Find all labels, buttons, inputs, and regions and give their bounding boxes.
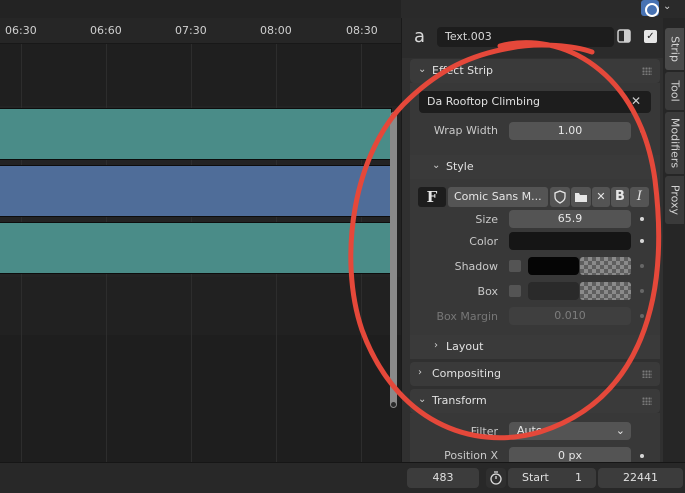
text-content-field[interactable]: Da Rooftop Climbing xyxy=(419,91,651,113)
strip-name-field[interactable]: Text.003 xyxy=(437,27,614,47)
compositing-panel-header[interactable]: › Compositing xyxy=(410,362,660,386)
subpanel-title: Layout xyxy=(446,340,484,353)
vertical-scrollbar[interactable] xyxy=(390,112,397,408)
shield-icon[interactable] xyxy=(550,187,570,207)
text-strip-icon: a xyxy=(414,26,426,47)
ruler-label: 06:60 xyxy=(90,24,122,37)
effect-strip-panel-header[interactable]: ⌄ Effect Strip xyxy=(410,59,660,83)
position-x-label: Position X xyxy=(444,449,498,462)
close-icon[interactable]: ✕ xyxy=(592,187,610,207)
properties-sidebar: a Text.003 ✓ ⌄ Effect Strip Da Rooftop C… xyxy=(401,18,663,462)
shadow-alpha-swatch[interactable] xyxy=(580,257,631,275)
shadow-checkbox[interactable] xyxy=(509,260,521,272)
position-x-field[interactable]: 0 px xyxy=(509,447,631,462)
overlay-icon[interactable] xyxy=(641,0,659,17)
chevron-right-icon: › xyxy=(418,367,422,378)
ruler-label: 07:30 xyxy=(175,24,207,37)
start-frame-field[interactable]: Start 1 xyxy=(508,468,596,488)
box-alpha-swatch[interactable] xyxy=(580,282,631,300)
current-frame-field[interactable]: 483 xyxy=(407,468,479,488)
wrap-width-field[interactable]: 1.00 xyxy=(509,122,631,140)
channel-color-icon[interactable] xyxy=(617,29,631,43)
ruler-label: 08:00 xyxy=(260,24,292,37)
sidebar-tabs: Strip Tool Modifiers Proxy xyxy=(663,18,685,462)
tab-strip[interactable]: Strip xyxy=(665,28,684,70)
keyframe-dot-icon[interactable] xyxy=(640,129,644,133)
drag-grip-icon[interactable] xyxy=(642,397,652,405)
keyframe-dot-icon[interactable] xyxy=(640,264,644,268)
subpanel-title: Style xyxy=(446,160,474,173)
panel-title: Effect Strip xyxy=(432,64,494,77)
folder-icon[interactable] xyxy=(571,187,591,207)
box-color-swatch[interactable] xyxy=(528,282,579,300)
chevron-down-icon: ⌄ xyxy=(615,424,625,437)
filter-label: Filter xyxy=(470,425,498,438)
box-margin-label: Box Margin xyxy=(436,310,498,323)
text-color-swatch[interactable] xyxy=(509,232,631,250)
drag-grip-icon[interactable] xyxy=(642,67,652,75)
filter-dropdown[interactable]: Auto ⌄ xyxy=(509,422,631,440)
start-label: Start xyxy=(522,471,549,484)
strip-name-row: a Text.003 ✓ xyxy=(402,18,663,58)
font-icon[interactable]: F xyxy=(418,187,446,207)
close-icon[interactable]: ✕ xyxy=(631,94,641,108)
color-label: Color xyxy=(469,235,498,248)
sequencer-timeline[interactable]: 06:30 06:60 07:30 08:00 08:30 xyxy=(0,0,401,462)
shadow-color-swatch[interactable] xyxy=(528,257,579,275)
channel-row xyxy=(0,44,401,106)
panel-title: Transform xyxy=(432,394,487,407)
chevron-down-icon: ⌄ xyxy=(418,394,427,405)
font-size-field[interactable]: 65.9 xyxy=(509,210,631,228)
playback-bar: 483 Start 1 22441 xyxy=(0,462,685,493)
channel-row xyxy=(0,277,401,335)
wrap-width-label: Wrap Width xyxy=(433,124,498,137)
layout-subpanel-header[interactable]: › Layout xyxy=(410,335,660,359)
box-margin-field[interactable]: 0.010 xyxy=(509,307,631,325)
tab-modifiers[interactable]: Modifiers xyxy=(665,112,684,174)
sequence-strip[interactable] xyxy=(0,108,392,160)
ruler-label: 06:30 xyxy=(5,24,37,37)
drag-grip-icon[interactable] xyxy=(642,370,652,378)
box-label: Box xyxy=(477,285,498,298)
filter-value: Auto xyxy=(517,424,543,437)
transform-panel-header[interactable]: ⌄ Transform xyxy=(410,389,660,413)
end-frame-field[interactable]: 22441 xyxy=(598,468,683,488)
channel-row xyxy=(0,335,401,462)
keyframe-dot-icon[interactable] xyxy=(640,454,644,458)
stopwatch-icon[interactable] xyxy=(486,468,506,488)
tab-tool[interactable]: Tool xyxy=(665,72,684,110)
ruler-label: 08:30 xyxy=(346,24,378,37)
chevron-right-icon: › xyxy=(434,340,438,351)
sequence-strip[interactable] xyxy=(0,222,392,274)
size-label: Size xyxy=(475,213,498,226)
time-ruler[interactable]: 06:30 06:60 07:30 08:00 08:30 xyxy=(0,18,401,44)
panel-title: Compositing xyxy=(432,367,501,380)
font-name-field[interactable]: Comic Sans M... xyxy=(448,187,548,207)
italic-icon[interactable]: I xyxy=(630,187,649,207)
chevron-down-icon[interactable]: ⌄ xyxy=(663,1,671,12)
font-selector-row: F Comic Sans M... ✕ B I xyxy=(418,187,650,207)
chevron-down-icon: ⌄ xyxy=(418,64,427,75)
tab-proxy[interactable]: Proxy xyxy=(665,176,684,224)
style-subpanel-header[interactable]: ⌄ Style xyxy=(410,155,660,179)
chevron-down-icon: ⌄ xyxy=(432,160,441,171)
mute-toggle-checkbox[interactable]: ✓ xyxy=(644,30,657,43)
shadow-label: Shadow xyxy=(454,260,498,273)
sequence-strip-selected[interactable] xyxy=(0,165,392,217)
keyframe-dot-icon[interactable] xyxy=(640,289,644,293)
keyframe-dot-icon[interactable] xyxy=(640,239,644,243)
keyframe-dot-icon[interactable] xyxy=(640,314,644,318)
start-value: 1 xyxy=(575,471,582,484)
box-checkbox[interactable] xyxy=(509,285,521,297)
keyframe-dot-icon[interactable] xyxy=(640,217,644,221)
bold-icon[interactable]: B xyxy=(611,187,629,207)
